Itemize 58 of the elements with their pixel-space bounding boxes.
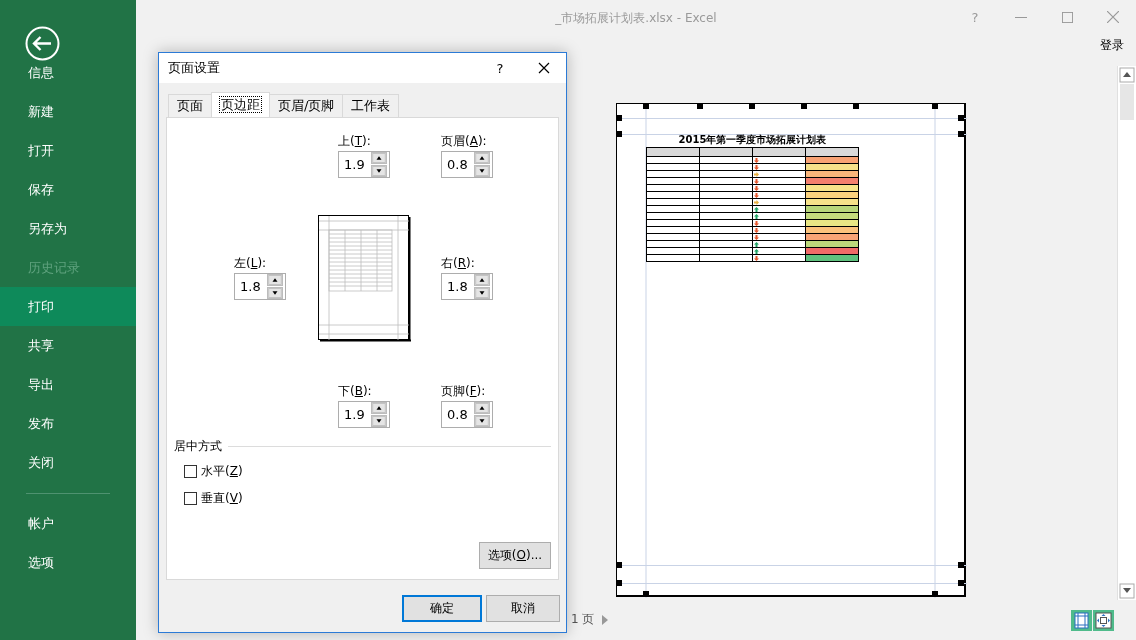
window-title: _市场拓展计划表.xlsx - Excel — [555, 10, 717, 27]
backstage-menu-item[interactable]: 选项 — [0, 543, 136, 582]
checkbox-label[interactable]: 垂直(V) — [201, 490, 243, 507]
spin-up-icon[interactable] — [474, 402, 490, 414]
dialog-title: 页面设置 — [168, 59, 221, 77]
checkbox[interactable] — [184, 492, 197, 505]
spin-up-icon[interactable] — [371, 402, 387, 414]
ok-button[interactable]: 确定 — [402, 595, 482, 622]
spin-up-icon[interactable] — [474, 152, 490, 164]
show-margins-button[interactable] — [1071, 610, 1092, 631]
backstage-menu-item[interactable]: 打开 — [0, 131, 136, 170]
spin-box[interactable]: 0.8 — [441, 401, 493, 428]
back-icon[interactable] — [25, 26, 60, 61]
spin-up-icon[interactable] — [267, 274, 283, 286]
scrollbar[interactable] — [1117, 66, 1136, 600]
spin-box[interactable]: 1.9 — [338, 401, 390, 428]
spin-box[interactable]: 1.8 — [441, 273, 493, 300]
spin-box[interactable]: 1.9 — [338, 151, 390, 178]
field-label: 页眉(A): — [441, 134, 488, 148]
spin-down-icon[interactable] — [474, 165, 490, 177]
field-label: 下(B): — [338, 384, 373, 398]
checkbox-label[interactable]: 水平(Z) — [201, 463, 243, 480]
spin-down-icon[interactable] — [267, 287, 283, 299]
backstage-menu-item[interactable]: 发布 — [0, 404, 136, 443]
field-label: 右(R): — [441, 256, 476, 270]
backstage-menu-item[interactable]: 关闭 — [0, 443, 136, 482]
spin-down-icon[interactable] — [371, 415, 387, 427]
dialog-tab[interactable]: 页面 — [168, 94, 212, 117]
spin-up-icon[interactable] — [474, 274, 490, 286]
spin-down-icon[interactable] — [371, 165, 387, 177]
backstage-menu-item[interactable]: 信息 — [0, 53, 136, 92]
section-heading: 居中方式 — [174, 438, 222, 455]
sheet-title: 2015年第一季度市场拓展计划表 — [677, 133, 828, 147]
backstage-menu-item[interactable]: 导出 — [0, 365, 136, 404]
spin-up-icon[interactable] — [371, 152, 387, 164]
backstage-menu-item[interactable]: 共享 — [0, 326, 136, 365]
spin-down-icon[interactable] — [474, 287, 490, 299]
help-button[interactable]: ? — [478, 60, 522, 76]
field-label: 上(T): — [338, 134, 372, 148]
field-label: 左(L): — [234, 256, 268, 270]
spin-box[interactable]: 0.8 — [441, 151, 493, 178]
cancel-button[interactable]: 取消 — [486, 595, 560, 622]
close-icon[interactable] — [538, 62, 550, 74]
page-number: 1 页 — [571, 611, 595, 628]
spin-box[interactable]: 1.8 — [234, 273, 286, 300]
options-button[interactable]: 选项(O)... — [479, 542, 551, 569]
field-label: 页脚(F): — [441, 384, 487, 398]
backstage-menu-item[interactable]: 帐户 — [0, 504, 136, 543]
sign-in-link[interactable]: 登录 — [1100, 37, 1124, 54]
dialog-tab[interactable]: 工作表 — [342, 94, 400, 117]
dialog-tab[interactable]: 页边距 — [211, 92, 270, 117]
spin-down-icon[interactable] — [474, 415, 490, 427]
backstage-menu-item[interactable]: 另存为 — [0, 209, 136, 248]
backstage-menu-item[interactable]: 新建 — [0, 92, 136, 131]
checkbox[interactable] — [184, 465, 197, 478]
backstage-menu-item[interactable]: 保存 — [0, 170, 136, 209]
backstage-menu-item[interactable]: 打印 — [0, 287, 136, 326]
zoom-to-page-button[interactable] — [1093, 610, 1114, 631]
